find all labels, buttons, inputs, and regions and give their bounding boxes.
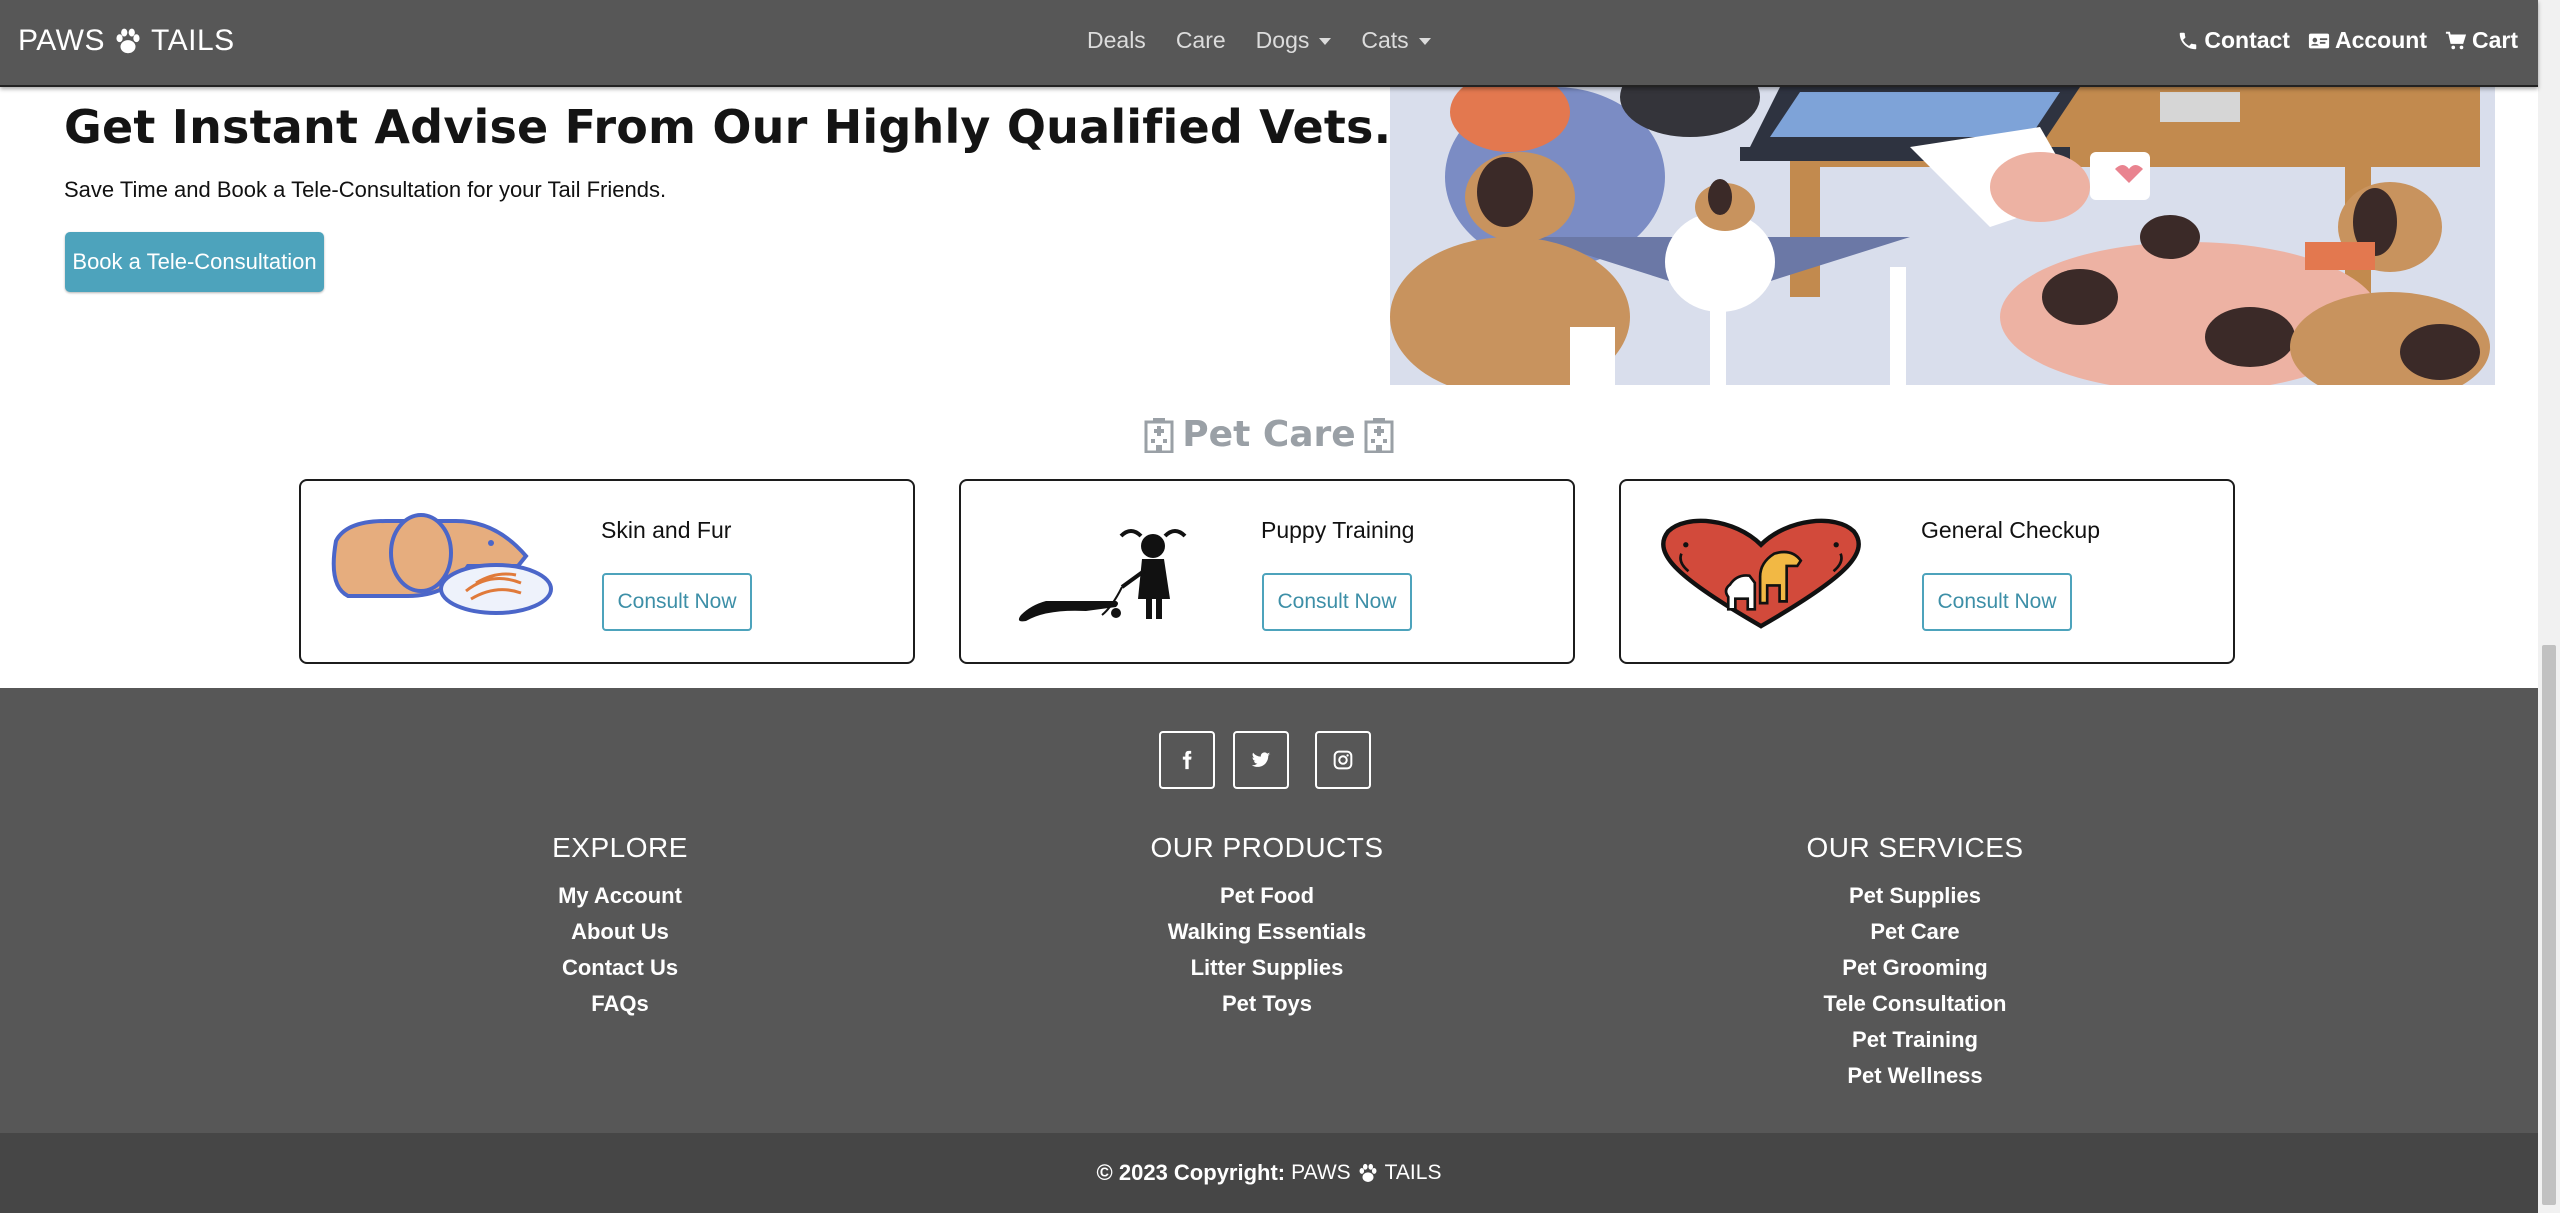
facebook-button[interactable] — [1159, 731, 1215, 789]
footer-products-heading: OUR PRODUCTS — [1150, 832, 1384, 863]
footer-explore-heading: EXPLORE — [552, 832, 688, 863]
caret-down-icon — [1319, 38, 1332, 45]
copyright-text: © 2023 Copyright: — [1096, 1160, 1286, 1185]
hospital-icon — [1144, 417, 1174, 453]
footer-link[interactable]: Pet Grooming — [1715, 950, 2115, 986]
footer-link[interactable]: Contact Us — [420, 950, 820, 986]
pet-care-heading: Pet Care — [0, 414, 2538, 455]
nav-cats-dropdown[interactable]: Cats — [1361, 27, 1431, 54]
phone-icon — [2180, 32, 2197, 49]
nav-deals-label: Deals — [1087, 27, 1146, 53]
footer-services-heading: OUR SERVICES — [1806, 832, 2024, 863]
dog-training-image — [1018, 529, 1187, 622]
nav-contact[interactable]: Contact — [2177, 27, 2290, 54]
navbar: PAWS TAILS Deals Care Dogs Cats Contact … — [0, 0, 2538, 87]
nav-cats-label: Cats — [1361, 27, 1409, 53]
hero-subtitle: Save Time and Book a Tele-Consultation f… — [64, 177, 667, 202]
nav-dogs-dropdown[interactable]: Dogs — [1256, 27, 1332, 54]
copyright-brand[interactable]: PAWS TAILS — [1291, 1161, 1441, 1185]
footer-link[interactable]: Pet Toys — [1067, 986, 1467, 1022]
footer-link[interactable]: Litter Supplies — [1067, 950, 1467, 986]
footer-link[interactable]: About Us — [420, 914, 820, 950]
footer-link[interactable]: Pet Care — [1715, 914, 2115, 950]
footer-link[interactable]: Pet Training — [1715, 1022, 2115, 1058]
footer-link[interactable]: Pet Wellness — [1715, 1058, 2115, 1094]
scrollbar-thumb[interactable] — [2542, 645, 2556, 1205]
consult-now-button[interactable]: Consult Now — [1922, 573, 2072, 631]
instagram-icon — [1333, 750, 1353, 770]
footer-link[interactable]: Tele Consultation — [1715, 986, 2115, 1022]
copyright-brand-right: TAILS — [1384, 1161, 1442, 1184]
nav-cart-label: Cart — [2471, 27, 2518, 53]
card-title: General Checkup — [1921, 517, 2100, 543]
cart-icon — [2445, 31, 2467, 49]
copyright-bar: © 2023 Copyright: PAWS TAILS — [0, 1133, 2538, 1213]
paw-icon — [116, 28, 140, 54]
puppy-training-card: Puppy Training Consult Now — [959, 479, 1575, 664]
id-card-icon — [2308, 33, 2330, 48]
instagram-button[interactable] — [1315, 731, 1371, 789]
twitter-icon — [1251, 752, 1271, 767]
general-checkup-card: General Checkup Consult Now — [1619, 479, 2235, 664]
hospital-icon — [1364, 417, 1394, 453]
nav-dogs-label: Dogs — [1255, 27, 1310, 53]
footer: EXPLORE My Account About Us Contact Us F… — [0, 688, 2538, 1133]
nav-cart[interactable]: Cart — [2445, 27, 2518, 54]
nav-contact-label: Contact — [2204, 27, 2290, 53]
vet-illustration — [1390, 87, 2495, 385]
pet-care-title: Pet Care — [1182, 414, 1356, 455]
footer-link[interactable]: FAQs — [420, 986, 820, 1022]
page-scrollbar[interactable] — [2538, 0, 2560, 1213]
brand-right-text: TAILS — [151, 24, 235, 57]
main-nav: Deals Care Dogs Cats — [1087, 27, 1431, 54]
footer-link[interactable]: Pet Food — [1067, 878, 1467, 914]
footer-link[interactable]: My Account — [420, 878, 820, 914]
twitter-button[interactable] — [1233, 731, 1289, 789]
card-title: Puppy Training — [1261, 517, 1415, 543]
book-teleconsultation-button[interactable]: Book a Tele-Consultation — [65, 232, 324, 292]
footer-link[interactable]: Pet Supplies — [1715, 878, 2115, 914]
footer-explore: EXPLORE My Account About Us Contact Us F… — [420, 832, 820, 1022]
dog-grooming-image — [331, 513, 553, 615]
caret-down-icon — [1418, 38, 1431, 45]
footer-services: OUR SERVICES Pet Supplies Pet Care Pet G… — [1715, 832, 2115, 1094]
paw-icon — [1359, 1163, 1377, 1182]
nav-care-label: Care — [1175, 27, 1226, 53]
brand-left-text: PAWS — [18, 24, 106, 57]
nav-right: Contact Account Cart — [2177, 27, 2518, 54]
nav-deals[interactable]: Deals — [1087, 27, 1146, 54]
hero-title: Get Instant Advise From Our Highly Quali… — [64, 100, 1392, 154]
copyright-brand-left: PAWS — [1291, 1161, 1351, 1184]
heart-pets-image — [1661, 518, 1861, 629]
skin-and-fur-card: Skin and Fur Consult Now — [299, 479, 915, 664]
facebook-icon — [1182, 750, 1192, 770]
nav-account[interactable]: Account — [2308, 27, 2427, 54]
footer-products: OUR PRODUCTS Pet Food Walking Essentials… — [1067, 832, 1467, 1022]
brand-logo[interactable]: PAWS TAILS — [18, 24, 235, 58]
consult-now-button[interactable]: Consult Now — [602, 573, 752, 631]
footer-link[interactable]: Walking Essentials — [1067, 914, 1467, 950]
nav-account-label: Account — [2334, 27, 2427, 53]
card-title: Skin and Fur — [601, 517, 732, 543]
consult-now-button[interactable]: Consult Now — [1262, 573, 1412, 631]
nav-care[interactable]: Care — [1176, 27, 1226, 54]
